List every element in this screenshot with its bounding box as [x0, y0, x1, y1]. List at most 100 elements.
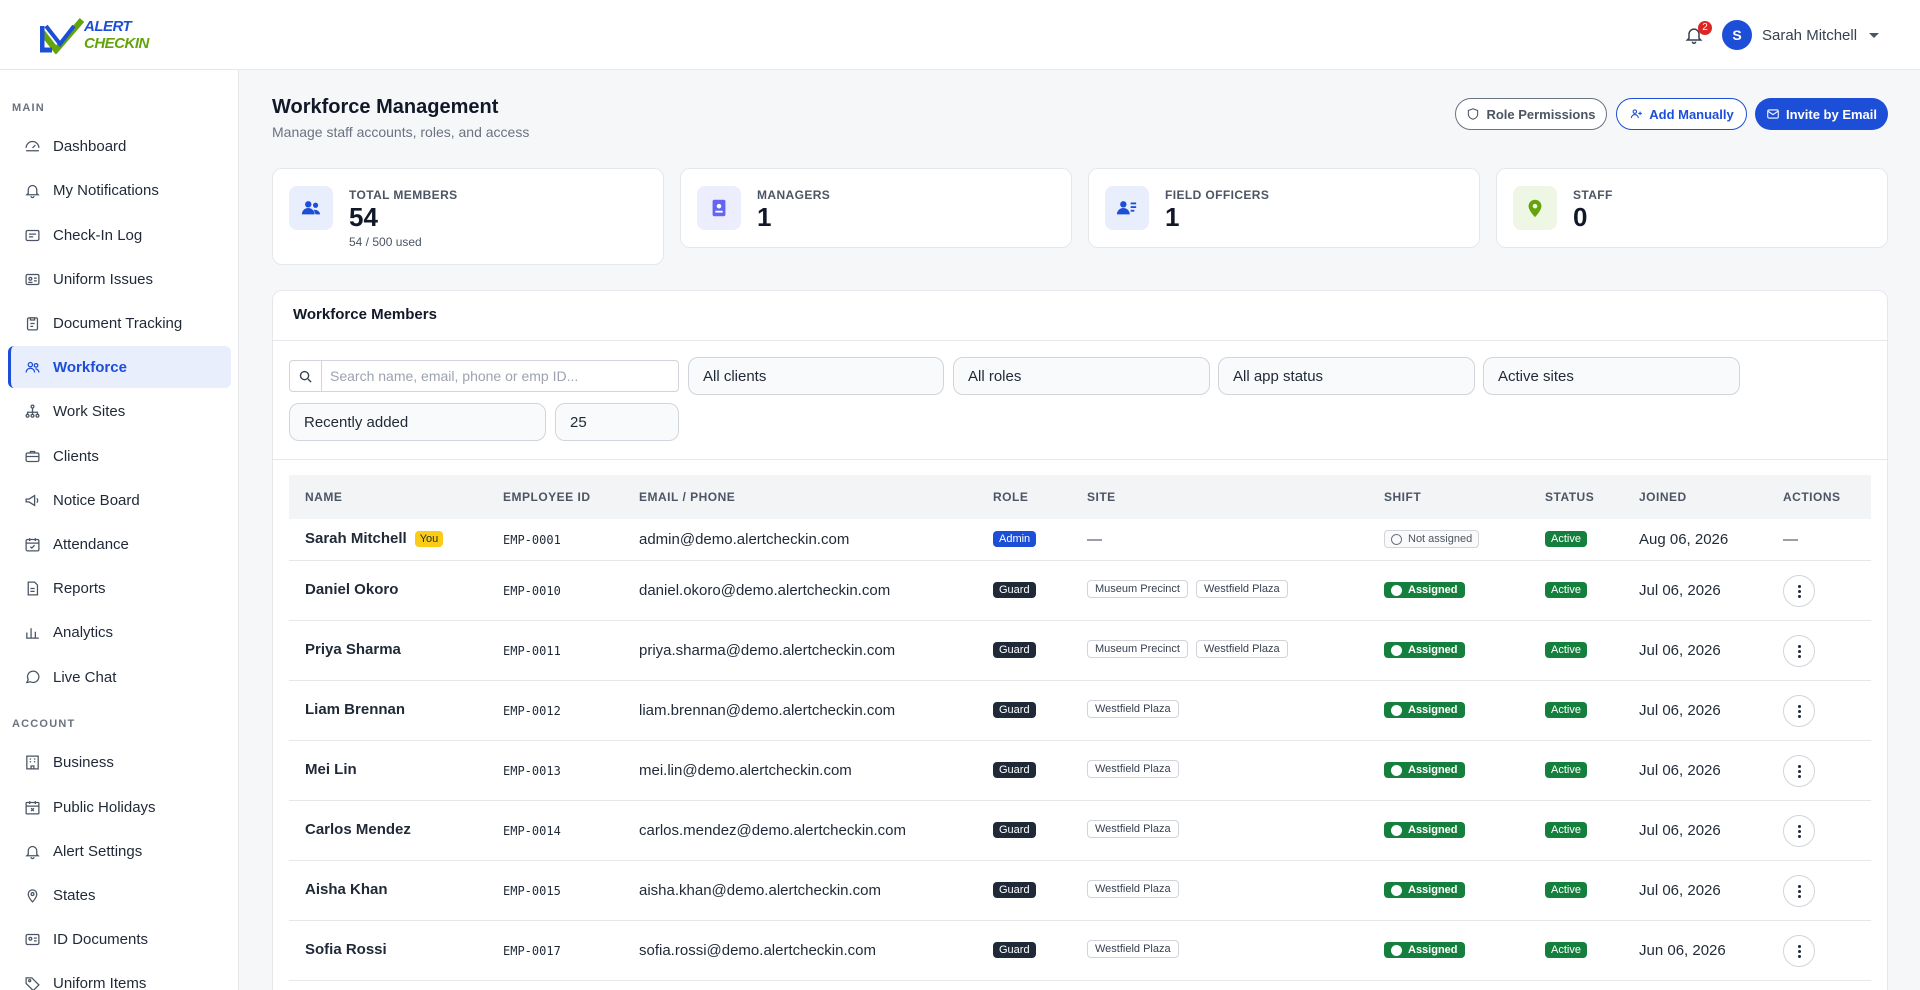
- row-actions-menu-icon[interactable]: [1783, 935, 1815, 967]
- table-row[interactable]: Sofia Rossi EMP-0017 sofia.rossi@demo.al…: [289, 921, 1871, 981]
- sidebar-item-label: Public Holidays: [53, 798, 156, 816]
- brand-logo[interactable]: ALERT CHECKIN: [40, 16, 160, 56]
- table-row[interactable]: Priya Sharma EMP-0011 priya.sharma@demo.…: [289, 621, 1871, 681]
- member-name[interactable]: Sarah Mitchell: [305, 530, 407, 547]
- member-name[interactable]: Aisha Khan: [305, 881, 388, 898]
- row-actions-menu-icon[interactable]: [1783, 575, 1815, 607]
- row-actions-menu-icon[interactable]: [1783, 815, 1815, 847]
- user-menu[interactable]: S Sarah Mitchell: [1722, 19, 1880, 51]
- column-header-site[interactable]: SITE: [1087, 490, 1116, 504]
- status-cell: Active: [1545, 942, 1587, 958]
- sidebar-item-uniform-items[interactable]: Uniform Items: [8, 962, 231, 990]
- column-header-name[interactable]: NAME: [305, 490, 342, 504]
- shift-label: Assigned: [1408, 704, 1458, 716]
- filter-sites-select[interactable]: Active sites: [1483, 357, 1740, 395]
- clock-icon: [1391, 824, 1402, 836]
- site-tag: Museum Precinct: [1087, 580, 1188, 598]
- member-name[interactable]: Priya Sharma: [305, 641, 401, 658]
- sidebar-item-workforce[interactable]: Workforce: [8, 346, 231, 388]
- table-row[interactable]: Daniel Okoro EMP-0010 daniel.okoro@demo.…: [289, 561, 1871, 621]
- member-name[interactable]: Carlos Mendez: [305, 821, 411, 838]
- sidebar-item-clients[interactable]: Clients: [8, 435, 231, 477]
- row-actions-menu-icon[interactable]: [1783, 635, 1815, 667]
- sidebar-item-dashboard[interactable]: Dashboard: [8, 125, 231, 167]
- stat-value: 1: [1165, 202, 1180, 232]
- invite-by-email-button[interactable]: Invite by Email: [1755, 98, 1888, 130]
- actions-cell: [1783, 935, 1815, 967]
- member-name[interactable]: Daniel Okoro: [305, 581, 398, 598]
- sidebar-item-label: My Notifications: [53, 181, 159, 199]
- page-size-select[interactable]: 25: [555, 403, 679, 441]
- column-header-actions: ACTIONS: [1783, 490, 1841, 504]
- shift-badge: Assigned: [1384, 882, 1465, 898]
- member-name-cell: Priya Sharma: [305, 641, 401, 658]
- sidebar-item-alert-settings[interactable]: Alert Settings: [8, 830, 231, 872]
- filter-app-status-select[interactable]: All app status: [1218, 357, 1475, 395]
- site-tag: Westfield Plaza: [1087, 820, 1179, 838]
- sidebar-item-analytics[interactable]: Analytics: [8, 611, 231, 653]
- sidebar-item-live-chat[interactable]: Live Chat: [8, 656, 231, 698]
- sidebar-item-notice-board[interactable]: Notice Board: [8, 479, 231, 521]
- member-name[interactable]: Liam Brennan: [305, 701, 405, 718]
- column-header-employee-id[interactable]: EMPLOYEE ID: [503, 490, 591, 504]
- sort-select[interactable]: Recently added: [289, 403, 546, 441]
- table-row[interactable]: Mei Lin EMP-0013 mei.lin@demo.alertcheck…: [289, 741, 1871, 801]
- member-name[interactable]: Mei Lin: [305, 761, 357, 778]
- sidebar-item-my-notifications[interactable]: My Notifications: [8, 169, 231, 211]
- column-header-email[interactable]: EMAIL / PHONE: [639, 490, 735, 504]
- sidebar-item-business[interactable]: Business: [8, 741, 231, 783]
- row-actions-menu-icon[interactable]: [1783, 755, 1815, 787]
- site-tag: Westfield Plaza: [1195, 580, 1288, 598]
- add-manually-label: Add Manually: [1649, 106, 1734, 122]
- file-icon: [27, 580, 39, 596]
- search-input[interactable]: [322, 368, 662, 384]
- filter-roles-select[interactable]: All roles: [953, 357, 1210, 395]
- status-badge: Active: [1545, 882, 1587, 898]
- add-manually-button[interactable]: Add Manually: [1616, 98, 1747, 130]
- status-cell: Active: [1545, 582, 1587, 598]
- column-header-status[interactable]: STATUS: [1545, 490, 1594, 504]
- column-header-role[interactable]: ROLE: [993, 490, 1028, 504]
- member-name[interactable]: Sofia Rossi: [305, 941, 387, 958]
- sidebar-item-document-tracking[interactable]: Document Tracking: [8, 302, 231, 344]
- stat-value: 54: [349, 202, 378, 232]
- site-empty: —: [1087, 531, 1102, 548]
- sidebar-item-check-in-log[interactable]: Check-In Log: [8, 214, 231, 256]
- users-icon: [25, 361, 40, 373]
- table-row[interactable]: Aisha Khan EMP-0015 aisha.khan@demo.aler…: [289, 861, 1871, 921]
- row-actions-menu-icon[interactable]: [1783, 695, 1815, 727]
- sidebar: MAIN Dashboard My Notifications Check-In…: [0, 70, 239, 990]
- sidebar-item-label: Check-In Log: [53, 226, 143, 244]
- site-cell: Westfield Plaza: [1087, 700, 1187, 718]
- search-box[interactable]: [289, 360, 679, 392]
- row-actions-menu-icon[interactable]: [1783, 875, 1815, 907]
- dashboard-icon: [25, 140, 40, 151]
- role-badge: Guard: [993, 942, 1036, 958]
- sidebar-item-id-documents[interactable]: ID Documents: [8, 918, 231, 960]
- shield-icon: [1468, 108, 1479, 120]
- sidebar-item-reports[interactable]: Reports: [8, 567, 231, 609]
- sidebar-item-states[interactable]: States: [8, 874, 231, 916]
- sidebar-item-work-sites[interactable]: Work Sites: [8, 390, 231, 432]
- sidebar-item-attendance[interactable]: Attendance: [8, 523, 231, 565]
- table-row[interactable]: Liam Brennan EMP-0012 liam.brennan@demo.…: [289, 681, 1871, 741]
- employee-id: EMP-0001: [503, 533, 561, 547]
- column-header-shift[interactable]: SHIFT: [1384, 490, 1421, 504]
- role-permissions-button[interactable]: Role Permissions: [1455, 98, 1607, 130]
- table-row[interactable]: Sarah Mitchell You EMP-0001 admin@demo.a…: [289, 519, 1871, 561]
- role-badge: Guard: [993, 702, 1036, 718]
- sidebar-item-uniform-issues[interactable]: Uniform Issues: [8, 258, 231, 300]
- sidebar-item-public-holidays[interactable]: Public Holidays: [8, 786, 231, 828]
- role-badge: Guard: [993, 882, 1036, 898]
- member-name-cell: Sarah Mitchell You: [305, 530, 444, 547]
- sidebar-item-label: Notice Board: [53, 491, 140, 509]
- filter-clients-select[interactable]: All clients: [688, 357, 944, 395]
- table-row[interactable]: Carlos Mendez EMP-0014 carlos.mendez@dem…: [289, 801, 1871, 861]
- column-header-joined[interactable]: JOINED: [1639, 490, 1687, 504]
- user-plus-icon: [1631, 109, 1643, 119]
- role-cell: Guard: [993, 822, 1036, 838]
- logo-checkmark-icon: [40, 18, 84, 54]
- shift-cell: Assigned: [1384, 882, 1465, 898]
- shift-badge: Assigned: [1384, 822, 1465, 838]
- sidebar-item-label: ID Documents: [53, 930, 149, 948]
